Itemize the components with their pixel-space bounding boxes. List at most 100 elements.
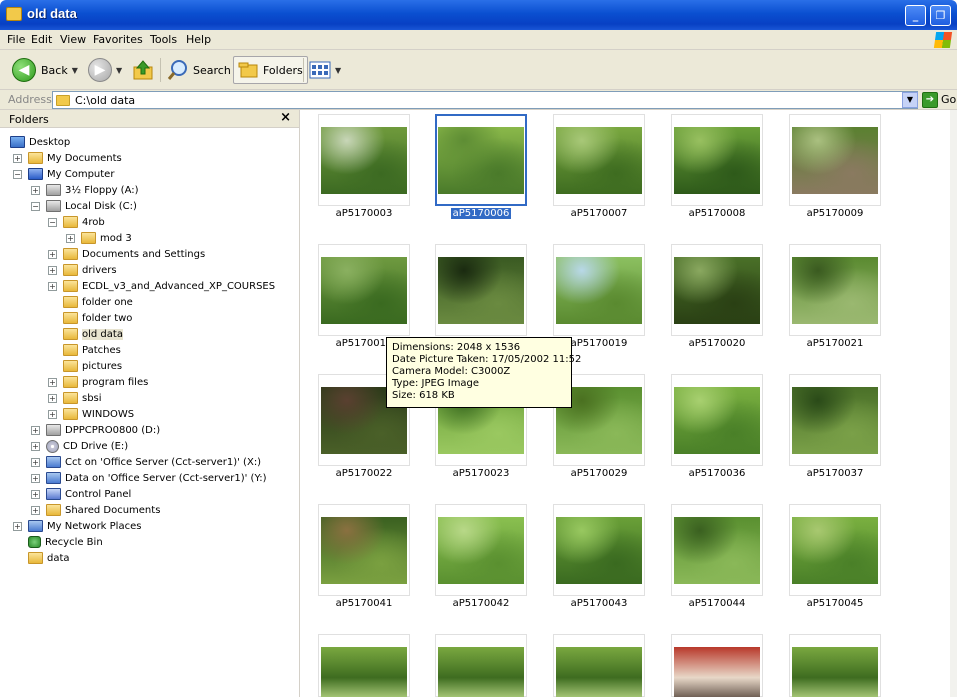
address-input[interactable]: C:\old data [52, 91, 918, 109]
tree-item[interactable]: ECDL_v3_and_Advanced_XP_COURSES [63, 278, 275, 294]
thumbnail[interactable] [671, 374, 763, 466]
expand-icon[interactable]: + [48, 266, 57, 275]
menu-edit[interactable]: Edit [31, 33, 52, 46]
tree-item[interactable]: folder two [63, 310, 132, 326]
menu-view[interactable]: View [60, 33, 86, 46]
expand-icon[interactable]: + [66, 234, 75, 243]
thumbnail[interactable] [671, 114, 763, 206]
thumbnail-label[interactable]: aP5170003 [305, 208, 423, 219]
back-button[interactable]: ◀ Back ▼ [12, 56, 78, 84]
folders-button[interactable]: Folders [233, 56, 308, 84]
expand-icon[interactable]: + [31, 186, 40, 195]
tree-item[interactable]: Shared Documents [46, 502, 160, 518]
go-button[interactable]: Go [941, 93, 956, 106]
collapse-icon[interactable]: − [13, 170, 22, 179]
menu-favorites[interactable]: Favorites [93, 33, 143, 46]
thumbnail[interactable] [671, 244, 763, 336]
tree-item[interactable]: sbsi [63, 390, 102, 406]
go-arrow-icon[interactable]: ➔ [922, 92, 938, 108]
thumbnail[interactable] [318, 634, 410, 697]
dropdown-arrow-icon[interactable]: ▼ [72, 66, 78, 75]
tree-item[interactable]: Local Disk (C:) [46, 198, 137, 214]
thumbnail[interactable] [789, 634, 881, 697]
expand-icon[interactable]: + [31, 490, 40, 499]
close-icon[interactable]: × [280, 110, 291, 125]
expand-icon[interactable]: + [31, 426, 40, 435]
tree-item[interactable]: Recycle Bin [28, 534, 103, 550]
thumbnail-label[interactable]: aP5170045 [776, 598, 894, 609]
menu-help[interactable]: Help [186, 33, 211, 46]
thumbnail[interactable] [318, 114, 410, 206]
minimize-button[interactable]: _ [905, 5, 926, 26]
up-folder-button[interactable] [132, 56, 154, 84]
thumbnail[interactable] [553, 244, 645, 336]
thumbnail[interactable] [553, 114, 645, 206]
tree-item[interactable]: DPPCPRO0800 (D:) [46, 422, 160, 438]
thumbnail[interactable] [553, 504, 645, 596]
thumbnail[interactable] [789, 114, 881, 206]
thumbnail-label[interactable]: aP5170020 [658, 338, 776, 349]
tree-item[interactable]: Data on 'Office Server (Cct-server1)' (Y… [46, 470, 267, 486]
thumbnail-label[interactable]: aP5170037 [776, 468, 894, 479]
tree-item[interactable]: Desktop [10, 134, 70, 150]
tree-item[interactable]: Control Panel [46, 486, 131, 502]
thumbnail-label[interactable]: aP5170006 [422, 208, 540, 219]
expand-icon[interactable]: + [13, 522, 22, 531]
expand-icon[interactable]: + [31, 458, 40, 467]
dropdown-arrow-icon[interactable]: ▼ [335, 66, 341, 75]
tree-item[interactable]: old data [63, 326, 123, 342]
address-dropdown-button[interactable]: ▼ [902, 92, 918, 108]
tree-item[interactable]: My Documents [28, 150, 122, 166]
expand-icon[interactable]: + [48, 410, 57, 419]
tree-item[interactable]: folder one [63, 294, 133, 310]
thumbnail-label[interactable]: aP5170043 [540, 598, 658, 609]
thumbnail[interactable] [435, 634, 527, 697]
expand-icon[interactable]: + [31, 506, 40, 515]
thumbnail-label[interactable]: aP5170044 [658, 598, 776, 609]
tree-item[interactable]: 4rob [63, 214, 105, 230]
menu-tools[interactable]: Tools [150, 33, 177, 46]
expand-icon[interactable]: + [48, 250, 57, 259]
thumbnail[interactable] [553, 634, 645, 697]
collapse-icon[interactable]: − [31, 202, 40, 211]
tree-item[interactable]: My Computer [28, 166, 114, 182]
thumbnail[interactable] [789, 374, 881, 466]
forward-button[interactable]: ▶ ▼ [88, 56, 122, 84]
thumbnail[interactable] [671, 634, 763, 697]
thumbnail[interactable] [789, 504, 881, 596]
thumbnail-label[interactable]: aP5170036 [658, 468, 776, 479]
expand-icon[interactable]: + [31, 474, 40, 483]
thumbnail-label[interactable]: aP5170023 [422, 468, 540, 479]
expand-icon[interactable]: + [48, 282, 57, 291]
tree-item[interactable]: drivers [63, 262, 117, 278]
thumbnail[interactable] [435, 114, 527, 206]
expand-icon[interactable]: + [48, 394, 57, 403]
expand-icon[interactable]: + [31, 442, 40, 451]
thumbnail[interactable] [318, 244, 410, 336]
thumbnail[interactable] [435, 504, 527, 596]
thumbnail-label[interactable]: aP5170008 [658, 208, 776, 219]
vertical-scrollbar[interactable] [950, 110, 957, 697]
tree-item[interactable]: Patches [63, 342, 121, 358]
tree-item[interactable]: WINDOWS [63, 406, 134, 422]
thumbnail[interactable] [789, 244, 881, 336]
tree-item[interactable]: data [28, 550, 70, 566]
tree-item[interactable]: CD Drive (E:) [46, 438, 128, 454]
thumbnail[interactable] [671, 504, 763, 596]
maximize-button[interactable]: ❐ [930, 5, 951, 26]
tree-item[interactable]: program files [63, 374, 148, 390]
tree-item[interactable]: mod 3 [81, 230, 132, 246]
thumbnail-label[interactable]: aP5170029 [540, 468, 658, 479]
thumbnail-label[interactable]: aP5170021 [776, 338, 894, 349]
expand-icon[interactable]: + [13, 154, 22, 163]
thumbnail-label[interactable]: aP5170041 [305, 598, 423, 609]
tree-item[interactable]: Cct on 'Office Server (Cct-server1)' (X:… [46, 454, 261, 470]
thumbnail[interactable] [318, 504, 410, 596]
thumbnail[interactable] [435, 244, 527, 336]
collapse-icon[interactable]: − [48, 218, 57, 227]
expand-icon[interactable]: + [48, 378, 57, 387]
tree-item[interactable]: 3½ Floppy (A:) [46, 182, 139, 198]
dropdown-arrow-icon[interactable]: ▼ [116, 66, 122, 75]
thumbnail-label[interactable]: aP5170022 [305, 468, 423, 479]
views-button[interactable]: ▼ [309, 56, 341, 84]
